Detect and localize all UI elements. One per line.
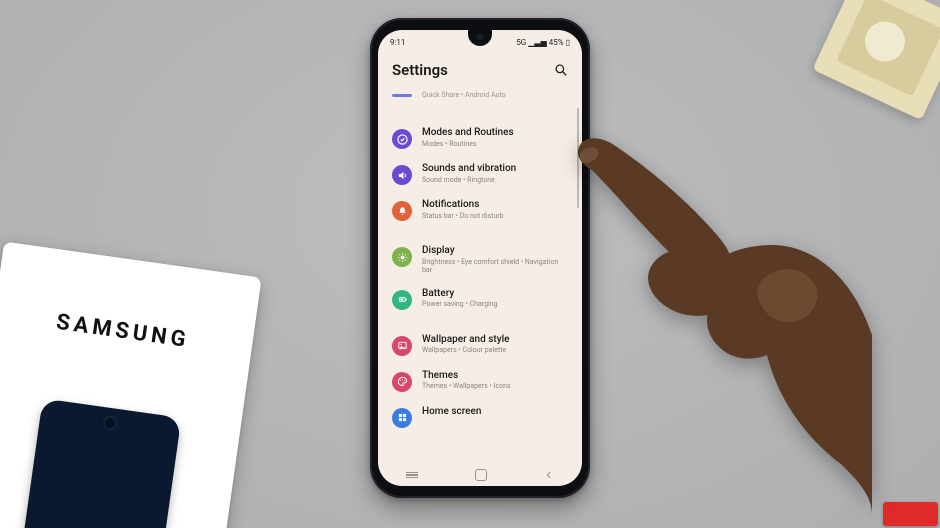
nav-recents-icon[interactable] [406,472,418,478]
samsung-logo: SAMSUNG [0,301,253,362]
connected-devices-icon [392,94,412,97]
palette-icon [392,372,412,392]
bell-icon [392,201,412,221]
grid-icon [392,408,412,428]
list-item-subtitle: Power saving • Charging [422,300,498,308]
list-item-sounds[interactable]: Sounds and vibration Sound mode • Ringto… [392,156,568,192]
settings-header: Settings [378,52,582,88]
list-item-title: Themes [422,370,511,382]
list-item-title: Modes and Routines [422,127,514,139]
page-title: Settings [392,61,448,79]
list-item-themes[interactable]: Themes Themes • Wallpapers • Icons [392,363,568,399]
scrollbar[interactable] [577,108,579,208]
sun-icon [392,247,412,267]
list-item-title: Display [422,245,568,257]
status-network-icon: 5G [516,38,526,47]
sound-icon [392,165,412,185]
status-battery-icon: ▯ [566,38,570,47]
box-phone-render [14,398,182,528]
list-item-subtitle: Brightness • Eye comfort shield • Naviga… [422,258,568,274]
search-icon[interactable] [554,63,568,77]
list-item-title: Battery [422,288,498,300]
image-icon [392,336,412,356]
wooden-prop [812,0,940,120]
list-item-subtitle: Status bar • Do not disturb [422,212,504,220]
list-item-notifications[interactable]: Notifications Status bar • Do not distur… [392,192,568,228]
list-item-subtitle: Modes • Routines [422,140,514,148]
list-item-wallpaper[interactable]: Wallpaper and style Wallpapers • Colour … [392,327,568,363]
list-item-battery[interactable]: Battery Power saving • Charging [392,281,568,317]
list-item-title: Sounds and vibration [422,163,516,175]
list-item-title: Notifications [422,199,504,211]
list-item-subtitle: Wallpapers • Colour palette [422,346,510,354]
list-item-partial[interactable]: Quick Share • Android Auto [392,88,568,102]
nav-home-icon[interactable] [475,469,487,481]
list-item-title: Home screen [422,406,481,418]
status-signal-icon: ▁▃▅ [528,38,546,47]
desk-stage: SAMSUNG 9:11 5G ▁▃▅ 45% ▯ Settings [0,0,940,528]
yt-tag [883,502,938,526]
status-time: 9:11 [390,38,405,47]
status-battery-text: 45% [549,38,564,47]
list-item-subtitle: Quick Share • Android Auto [422,91,506,99]
list-item-display[interactable]: Display Brightness • Eye comfort shield … [392,238,568,281]
battery-icon [392,290,412,310]
nav-back-icon[interactable] [544,470,554,480]
list-item-subtitle: Sound mode • Ringtone [422,176,516,184]
list-item-homescreen[interactable]: Home screen [392,399,568,435]
list-item-subtitle: Themes • Wallpapers • Icons [422,382,511,390]
samsung-box: SAMSUNG [0,242,262,528]
list-item-modes[interactable]: Modes and Routines Modes • Routines [392,120,568,156]
list-item-title: Wallpaper and style [422,334,510,346]
modes-icon [392,129,412,149]
nav-bar [378,464,582,486]
hand [552,115,872,515]
